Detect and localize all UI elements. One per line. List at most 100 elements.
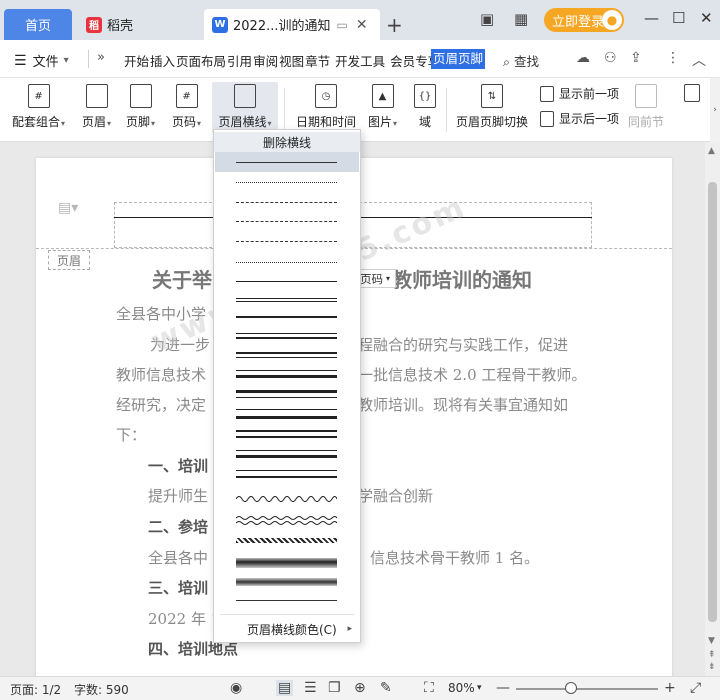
cloud-sync-icon[interactable]: ☁ [576,50,590,66]
zoom-level[interactable]: 80% [448,681,475,695]
page-indicator[interactable]: 页面: 1/2 [10,681,61,698]
menu-start[interactable]: 开始 [124,51,149,70]
close-window-icon[interactable]: ✕ [700,9,713,27]
line-style-thin-medium[interactable] [236,470,337,478]
line-style-thin-bottom[interactable] [236,600,337,601]
scroll-down-icon[interactable]: ▼ [708,636,715,646]
line-style-double-wave[interactable] [236,515,337,527]
menu-insert[interactable]: 插入 [150,51,175,70]
login-button[interactable]: 立即登录 ● [544,8,624,32]
header-button[interactable]: 页眉▾ [82,82,111,130]
same-as-prev-button[interactable]: 同前节 [628,82,664,130]
tab-document[interactable]: W 2022...训的通知 ▭ ✕ [204,9,380,40]
picture-button[interactable]: ▲ 图片▾ [368,82,397,130]
file-menu-label: 文件 [32,55,59,70]
word-count[interactable]: 字数: 590 [74,681,129,698]
apps-grid-icon[interactable]: ▦ [514,10,528,28]
combo-button[interactable]: # 配套组合▾ [12,82,65,130]
menu-review[interactable]: 审阅 [253,51,278,70]
line-style-dash-dot[interactable] [236,262,337,263]
search-button[interactable]: ⌕ 查找 [503,51,539,70]
zoom-slider[interactable] [516,688,658,690]
header-line-icon [234,84,256,108]
body-line: 全县各中小学 [116,305,207,323]
zoom-out-icon[interactable]: — [496,680,510,696]
scrollbar-thumb[interactable] [708,182,717,622]
line-style-hatched[interactable] [236,538,337,543]
line-color-option[interactable]: 页眉横线颜色(C) ▸ [214,618,360,640]
delete-line-option[interactable]: 删除横线 [214,132,360,152]
date-time-button[interactable]: ◷ 日期和时间 [296,82,356,130]
fullscreen-icon[interactable]: ⤢ [690,680,701,696]
more-tools-button[interactable] [684,82,700,107]
outline-view-icon[interactable]: ☰ [304,680,317,696]
header-footer-switch-button[interactable]: ⇅ 页眉页脚切换 [456,82,528,130]
show-prev-icon [540,85,554,102]
ribbon-scroll-right-icon[interactable]: › [710,78,720,142]
page-view-icon[interactable]: ▤ [276,680,294,696]
line-style-dotted[interactable] [236,182,337,183]
more-menu-icon[interactable]: » [97,50,105,65]
header-line-label: 页眉横线 [218,115,267,129]
field-button[interactable]: {} 域 [414,82,436,130]
line-style-dashed-short[interactable] [236,202,337,203]
line-style-thick[interactable] [236,316,337,318]
more-options-icon[interactable]: ⋮ [666,50,680,66]
eye-protection-icon[interactable]: ◉ [230,680,242,696]
next-page-icon[interactable]: ⇟ [708,662,716,672]
line-style-double[interactable] [236,298,337,302]
reading-view-icon[interactable]: ❐ [328,680,341,696]
line-style-medium[interactable] [236,281,337,282]
vertical-scrollbar[interactable]: ▲ ▼ ⇞ ⇟ [705,142,720,676]
scroll-up-icon[interactable]: ▲ [708,146,715,156]
line-style-thin-heavy[interactable] [236,450,337,458]
maximize-icon[interactable]: ☐ [672,9,685,27]
line-style-thin-thicker[interactable] [236,370,337,378]
minimize-icon[interactable]: — [644,9,659,27]
show-next-button[interactable]: 显示后一项 [540,110,619,127]
window-layout-icon[interactable]: ▣ [480,10,494,28]
fit-page-icon[interactable]: ⛶ [424,680,434,696]
share-user-icon[interactable]: ⚇ [604,50,617,66]
header-line-button[interactable]: 页眉横线▾ [212,82,278,134]
collapse-ribbon-icon[interactable]: ︿ [692,50,706,70]
footer-button[interactable]: 页脚▾ [126,82,155,130]
menu-header-footer[interactable]: 页眉页脚 [431,49,486,69]
prev-page-icon[interactable]: ⇞ [708,650,716,660]
line-style-dashed[interactable] [236,221,337,222]
more-tools-icon [684,84,700,102]
zoom-slider-handle[interactable] [565,682,577,694]
line-style-thicker-thin[interactable] [236,390,337,398]
line-style-wave[interactable] [236,494,337,504]
hamburger-icon: ☰ [14,52,27,69]
header-footer-switch-label: 页眉页脚切换 [456,115,529,129]
line-style-thin[interactable] [236,162,337,163]
tab-home[interactable]: 首页 [4,9,72,40]
monitor-icon[interactable]: ▭ [336,18,347,32]
web-view-icon[interactable]: ⊕ [354,680,366,696]
line-style-double-thick[interactable] [236,430,337,438]
chevron-down-icon[interactable]: ▾ [477,683,482,693]
line-style-engraved[interactable] [236,578,337,586]
document-options-icon[interactable]: ▤▾ [58,200,78,216]
show-prev-button[interactable]: 显示前一项 [540,85,619,102]
menu-page-layout[interactable]: 页面布局 [176,51,226,70]
line-style-triple[interactable] [236,409,337,419]
menu-reference[interactable]: 引用 [227,51,252,70]
line-style-thin-thick[interactable] [236,333,337,339]
line-style-dashed-long[interactable] [236,241,337,242]
line-style-embossed[interactable] [236,558,337,568]
close-tab-icon[interactable]: ✕ [356,17,368,33]
menu-view[interactable]: 视图 [279,51,304,70]
page-number-button[interactable]: # 页码▾ [172,82,201,130]
pen-icon[interactable]: ✎ [380,680,392,696]
tab-daoke[interactable]: 稻 稻壳 [78,9,198,40]
body-line: 教师信息技术 [116,366,207,384]
line-style-thick-thin[interactable] [236,352,337,358]
file-menu[interactable]: ☰ 文件 ▾ [14,51,69,71]
zoom-in-icon[interactable]: + [664,680,676,696]
export-icon[interactable]: ⇪ [630,50,642,66]
menu-chapter[interactable]: 章节 [305,51,330,70]
new-tab-button[interactable]: + [386,13,403,37]
menu-developer[interactable]: 开发工具 [335,51,385,70]
